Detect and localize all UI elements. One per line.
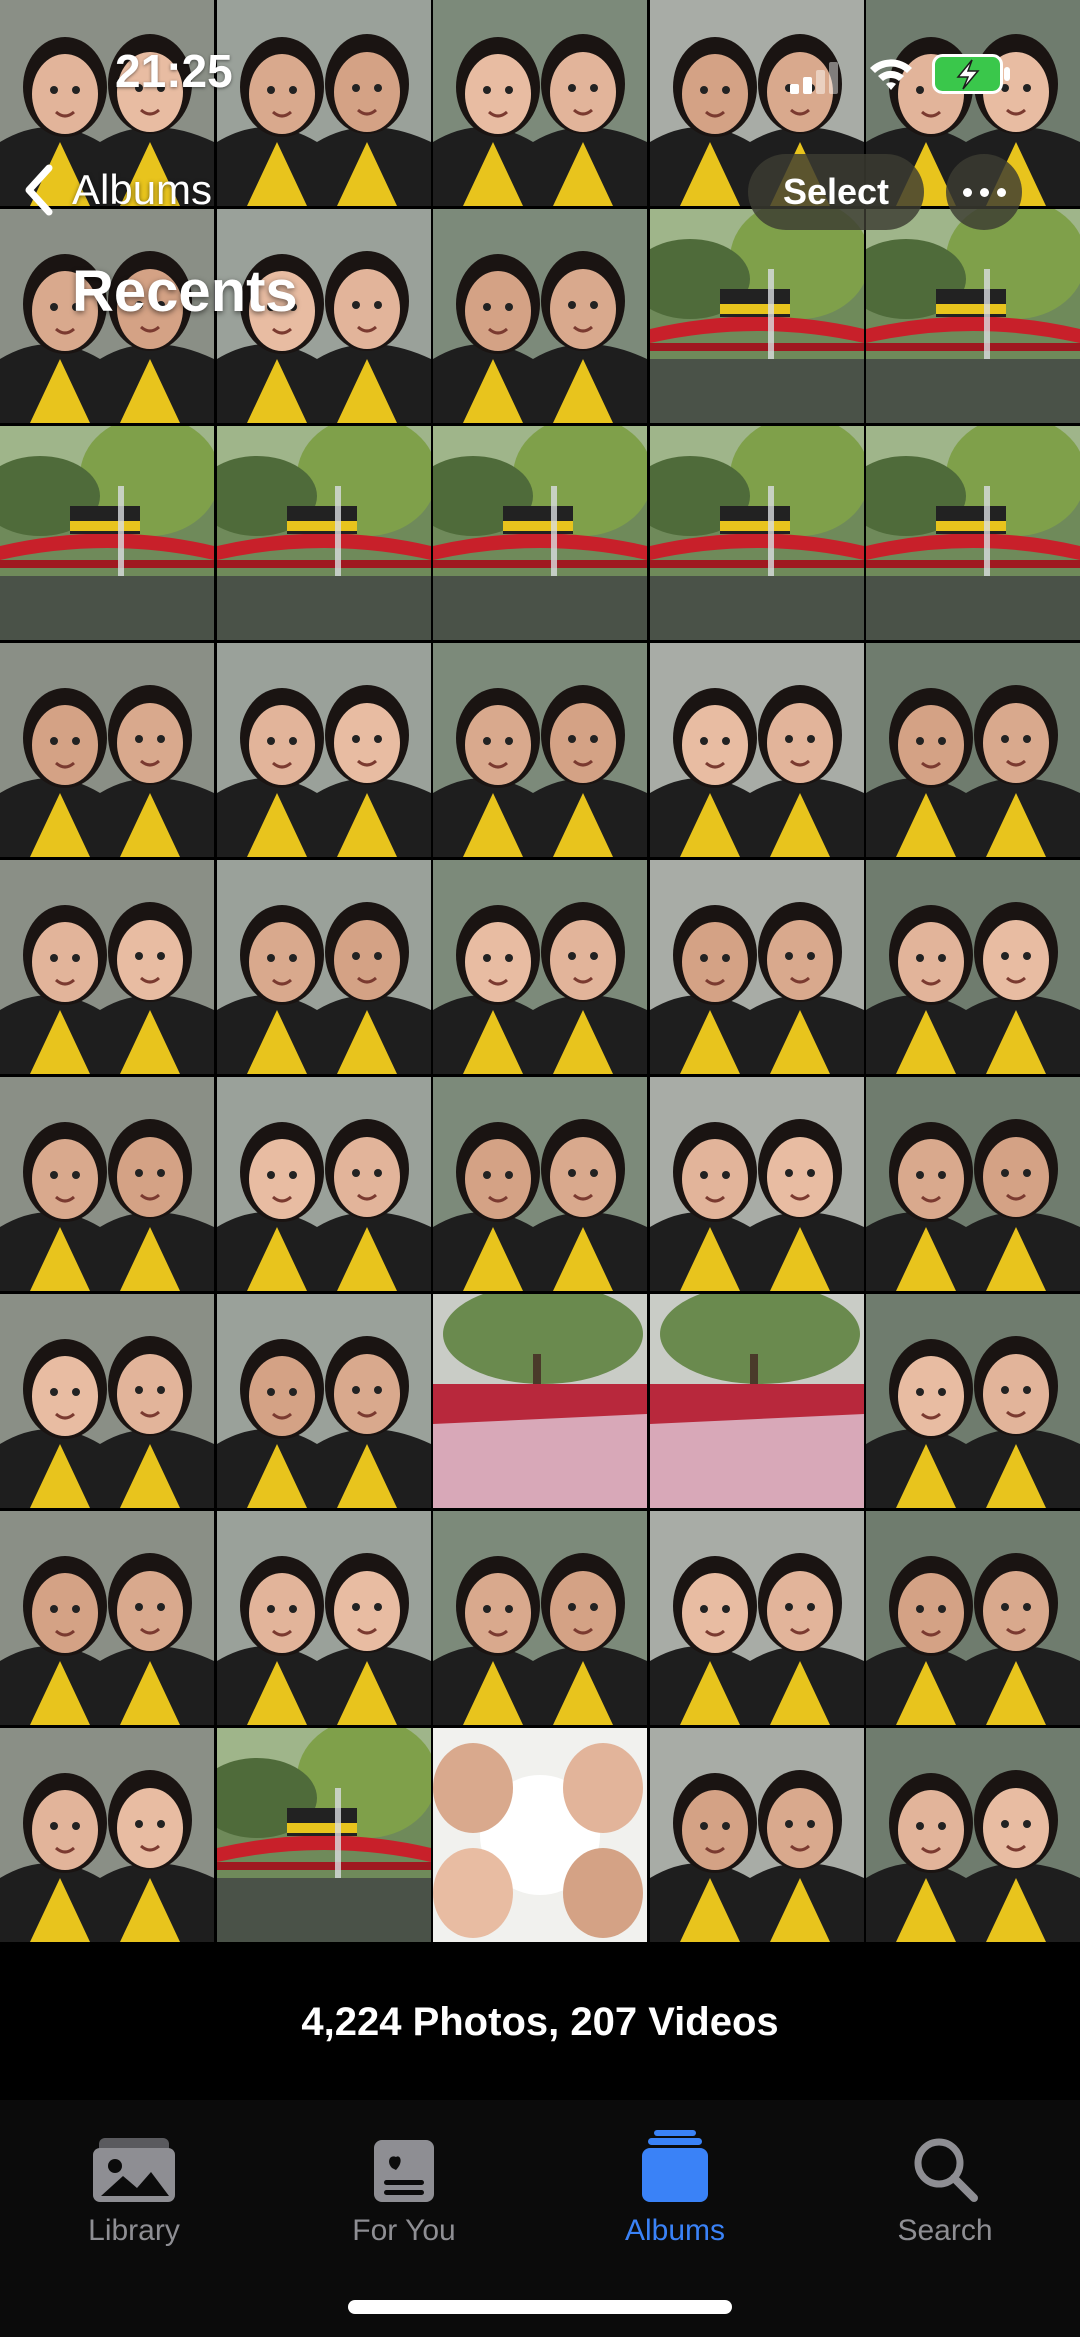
tab-library[interactable]: Library <box>34 2120 234 2248</box>
photo-thumbnail[interactable] <box>433 1077 647 1291</box>
back-button[interactable]: Albums <box>22 150 212 230</box>
photo-thumbnail[interactable] <box>216 643 431 857</box>
tab-search[interactable]: Search <box>845 2120 1045 2248</box>
photo-thumbnail[interactable] <box>433 426 647 640</box>
tab-for-you[interactable]: For You <box>304 2120 504 2248</box>
photo-thumbnail[interactable] <box>0 860 214 1074</box>
photo-thumbnail[interactable] <box>216 860 431 1074</box>
photo-thumbnail[interactable] <box>0 1728 214 1942</box>
more-options-button[interactable] <box>946 154 1022 230</box>
library-counts: 4,224 Photos, 207 Videos <box>301 2000 779 2044</box>
photo-thumbnail[interactable] <box>649 426 864 640</box>
status-time: 21:25 <box>115 45 233 97</box>
tab-library-label: Library <box>88 2214 180 2247</box>
photo-thumbnail[interactable] <box>433 643 647 857</box>
photo-thumbnail[interactable] <box>0 1077 214 1291</box>
photo-thumbnail[interactable] <box>649 1294 864 1508</box>
battery-charging-icon <box>932 54 1010 94</box>
photo-thumbnail[interactable] <box>866 426 1080 640</box>
photo-thumbnail[interactable] <box>216 1077 431 1291</box>
photo-thumbnail[interactable] <box>216 1294 431 1508</box>
photo-thumbnail[interactable] <box>866 1077 1080 1291</box>
tab-search-label: Search <box>897 2214 993 2247</box>
back-label: Albums <box>72 166 213 213</box>
photo-thumbnail[interactable] <box>433 1728 647 1942</box>
photo-thumbnail[interactable] <box>433 1294 647 1508</box>
photo-thumbnail[interactable] <box>866 1511 1080 1725</box>
select-button[interactable]: Select <box>748 154 924 230</box>
photo-thumbnail[interactable] <box>216 1511 431 1725</box>
tab-albums-label: Albums <box>624 2214 726 2247</box>
photo-thumbnail[interactable] <box>0 1511 214 1725</box>
photo-thumbnail[interactable] <box>649 1077 864 1291</box>
photo-thumbnail[interactable] <box>866 860 1080 1074</box>
photo-thumbnail[interactable] <box>216 426 431 640</box>
photo-thumbnail[interactable] <box>649 209 864 423</box>
for-you-card-icon <box>374 2140 434 2202</box>
photo-thumbnail[interactable] <box>866 643 1080 857</box>
chevron-left-icon <box>25 164 53 216</box>
photo-thumbnail[interactable] <box>649 1511 864 1725</box>
photo-thumbnail[interactable] <box>866 209 1080 423</box>
photo-thumbnail[interactable] <box>433 209 647 423</box>
photo-thumbnail[interactable] <box>0 1294 214 1508</box>
ellipsis-icon <box>962 187 972 197</box>
photo-thumbnail[interactable] <box>0 426 214 640</box>
albums-folder-icon <box>642 2130 708 2202</box>
magnifier-icon <box>914 2138 978 2202</box>
tab-for-you-label: For You <box>352 2214 456 2247</box>
page-title: Recents <box>72 259 298 324</box>
status-bar: 21:25 <box>0 0 1080 140</box>
photo-thumbnail[interactable] <box>649 860 864 1074</box>
tab-albums[interactable]: Albums <box>575 2120 775 2248</box>
cellular-signal-icon <box>790 62 838 94</box>
photo-thumbnail[interactable] <box>866 1728 1080 1942</box>
photo-thumbnail[interactable] <box>433 860 647 1074</box>
photo-thumbnail[interactable] <box>0 643 214 857</box>
photo-thumbnail[interactable] <box>866 1294 1080 1508</box>
photo-thumbnail[interactable] <box>216 1728 431 1942</box>
photo-thumbnail[interactable] <box>433 1511 647 1725</box>
photo-stack-icon <box>93 2138 175 2202</box>
home-indicator[interactable] <box>348 2300 732 2314</box>
photo-thumbnail[interactable] <box>649 643 864 857</box>
photo-thumbnail[interactable] <box>649 1728 864 1942</box>
wifi-icon <box>870 59 912 90</box>
